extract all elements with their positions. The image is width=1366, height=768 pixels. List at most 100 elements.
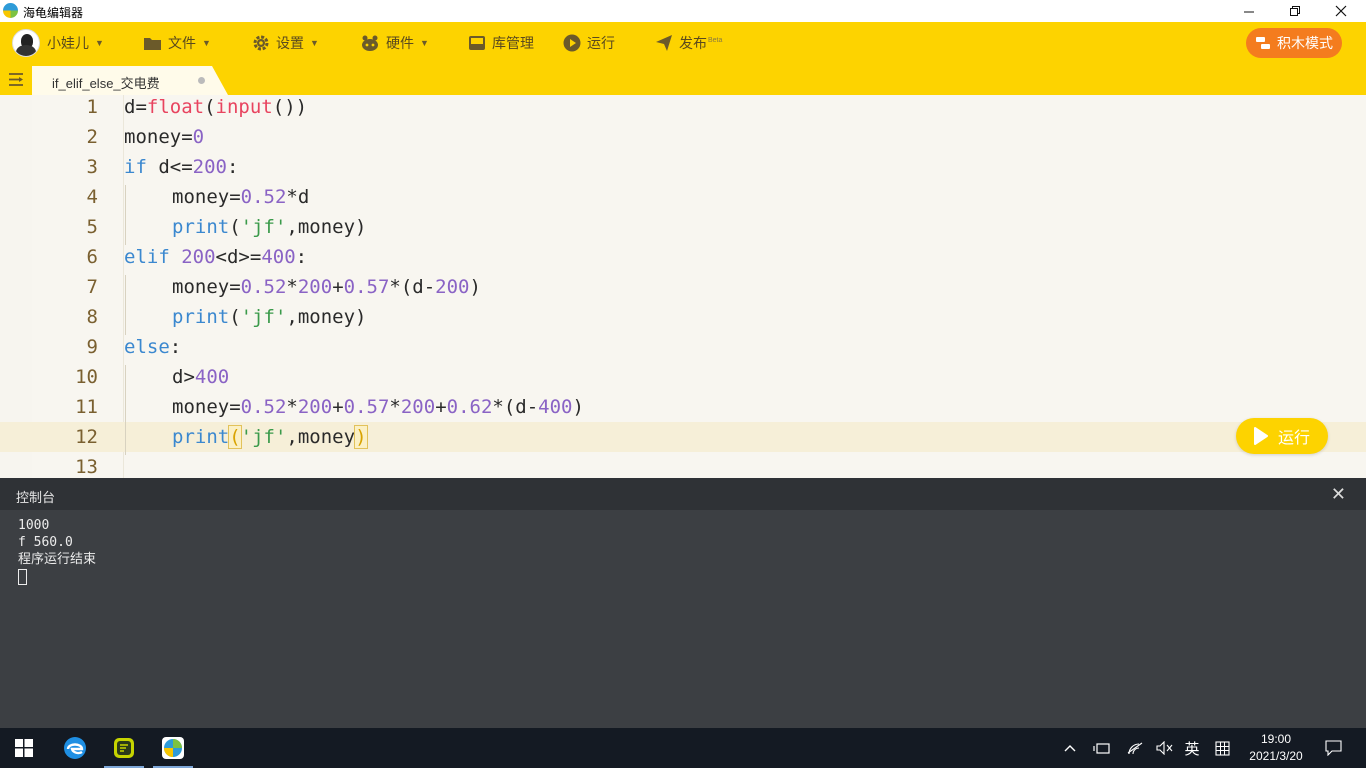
code-token: 0.52 [240, 186, 287, 208]
line-number: 5 [86, 216, 98, 238]
code-token: : [226, 156, 239, 178]
start-button[interactable] [0, 728, 48, 768]
wifi-icon [1127, 742, 1143, 755]
sidebar-toggle-button[interactable] [8, 72, 24, 92]
code-line[interactable]: elif 200<d>=400: [124, 242, 307, 272]
run-button-label: 运行 [1277, 430, 1310, 447]
code-line[interactable]: print('jf',money) [124, 302, 367, 332]
code-token: ( [204, 96, 216, 118]
code-line[interactable]: money=0.52*d [124, 182, 309, 212]
library-manager-button[interactable]: 库管理 [468, 22, 534, 64]
clock-date: 2021/3/20 [1249, 749, 1303, 763]
console-close-button[interactable]: ✕ [1331, 484, 1346, 505]
network-button[interactable] [1123, 728, 1147, 768]
volume-muted-icon [1156, 741, 1173, 755]
tab-if-elif-else[interactable]: if_elif_else_交电费 [32, 66, 228, 95]
clock-time: 19:00 [1260, 732, 1292, 746]
taskbar-turtle-editor[interactable] [149, 728, 197, 768]
code-line[interactable]: money=0.52*200+0.57*(d-200) [124, 272, 481, 302]
code-token: ,money [286, 426, 356, 448]
line-number: 6 [86, 246, 98, 268]
chevron-up-icon [1064, 745, 1076, 752]
turtle-app-icon [162, 737, 184, 759]
taskbar-edge[interactable] [51, 728, 99, 768]
code-token: 200 [297, 276, 333, 298]
maximize-button[interactable] [1272, 0, 1318, 22]
code-line[interactable]: money=0.52*200+0.57*200+0.62*(d-400) [124, 392, 584, 422]
code-token: 400 [194, 366, 230, 388]
code-line[interactable]: else: [124, 332, 181, 362]
line-number: 1 [86, 96, 98, 118]
settings-menu[interactable]: 设置 ▼ [252, 22, 319, 64]
line-number: 9 [86, 336, 98, 358]
publish-button[interactable]: 发布 Beta [655, 22, 722, 64]
code-token: 'jf' [240, 306, 287, 328]
input-language-button[interactable]: 英 [1180, 728, 1204, 768]
line-number: 8 [86, 306, 98, 328]
code-line[interactable]: money=0 [124, 122, 204, 152]
code-token: + [332, 396, 344, 418]
code-token: : [169, 336, 182, 358]
code-line[interactable]: d=float(input()) [124, 95, 307, 122]
tab-bar: if_elif_else_交电费 [0, 64, 1366, 95]
library-manager-label: 库管理 [492, 35, 534, 51]
line-number: 2 [86, 126, 98, 148]
line-number: 10 [75, 366, 98, 388]
code-token: d> [172, 366, 195, 388]
close-window-button[interactable] [1318, 0, 1364, 22]
code-line[interactable]: print('jf',money) [124, 422, 368, 452]
code-token: 'jf' [240, 216, 287, 238]
taskbar: 英 19:00 2021/3/20 [0, 728, 1366, 768]
code-token: 200 [400, 396, 436, 418]
code-line[interactable]: if d<=200: [124, 152, 238, 182]
code-token: money= [124, 126, 193, 148]
run-menu-button[interactable]: 运行 [563, 22, 615, 64]
code-token: float [146, 96, 205, 118]
console-output[interactable]: 1000 f 560.0 程序运行结束 [18, 517, 96, 585]
console-header: 控制台 ✕ [0, 478, 1366, 510]
play-icon [1253, 427, 1268, 445]
code-token: 200 [181, 246, 216, 268]
show-hidden-icons-button[interactable] [1058, 728, 1082, 768]
file-menu[interactable]: 文件 ▼ [143, 22, 211, 64]
code-token: 0 [192, 126, 205, 148]
block-mode-button[interactable]: 积木模式 [1246, 28, 1342, 58]
line-number: 7 [86, 276, 98, 298]
code-token: if [124, 156, 147, 178]
code-token: d= [124, 96, 147, 118]
hardware-menu[interactable]: 硬件 ▼ [360, 22, 429, 64]
code-token: *d [286, 186, 310, 208]
console-line: 1000 [18, 518, 50, 533]
floating-run-button[interactable]: 运行 [1236, 418, 1328, 454]
notification-button[interactable] [1320, 728, 1346, 768]
system-clock[interactable]: 19:00 2021/3/20 [1240, 731, 1312, 765]
taskbar-turtle-editor-python[interactable] [100, 728, 148, 768]
chevron-down-icon: ▼ [310, 38, 319, 48]
app-logo-icon [3, 3, 18, 18]
code-token: 200 [435, 276, 470, 298]
battery-button[interactable] [1090, 728, 1114, 768]
code-token: print [172, 426, 230, 448]
code-token: ,money) [286, 216, 367, 238]
unsaved-dot-icon[interactable] [198, 77, 205, 84]
ime-mode-button[interactable] [1210, 728, 1234, 768]
user-menu[interactable]: 小娃儿 ▼ [12, 22, 104, 64]
code-token: money= [172, 396, 241, 418]
code-line[interactable]: print('jf',money) [124, 212, 367, 242]
notification-icon [1324, 740, 1342, 756]
code-editor[interactable]: 1 2 3 4 5 6 7 8 9 10 11 12 13 d=float(in… [0, 95, 1366, 478]
chevron-down-icon: ▼ [202, 38, 211, 48]
code-token: 0.57 [343, 276, 390, 298]
code-line[interactable]: d>400 [124, 362, 229, 392]
close-icon [1335, 5, 1347, 17]
console-title: 控制台 [16, 490, 56, 505]
code-token: * [286, 276, 298, 298]
code-token: *(d- [492, 396, 539, 418]
code-token: * [286, 396, 298, 418]
minimize-button[interactable] [1226, 0, 1272, 22]
console-line: 程序运行结束 [18, 552, 97, 567]
code-token: ) [572, 396, 584, 418]
edge-browser-icon [64, 737, 86, 759]
volume-button[interactable] [1153, 728, 1177, 768]
